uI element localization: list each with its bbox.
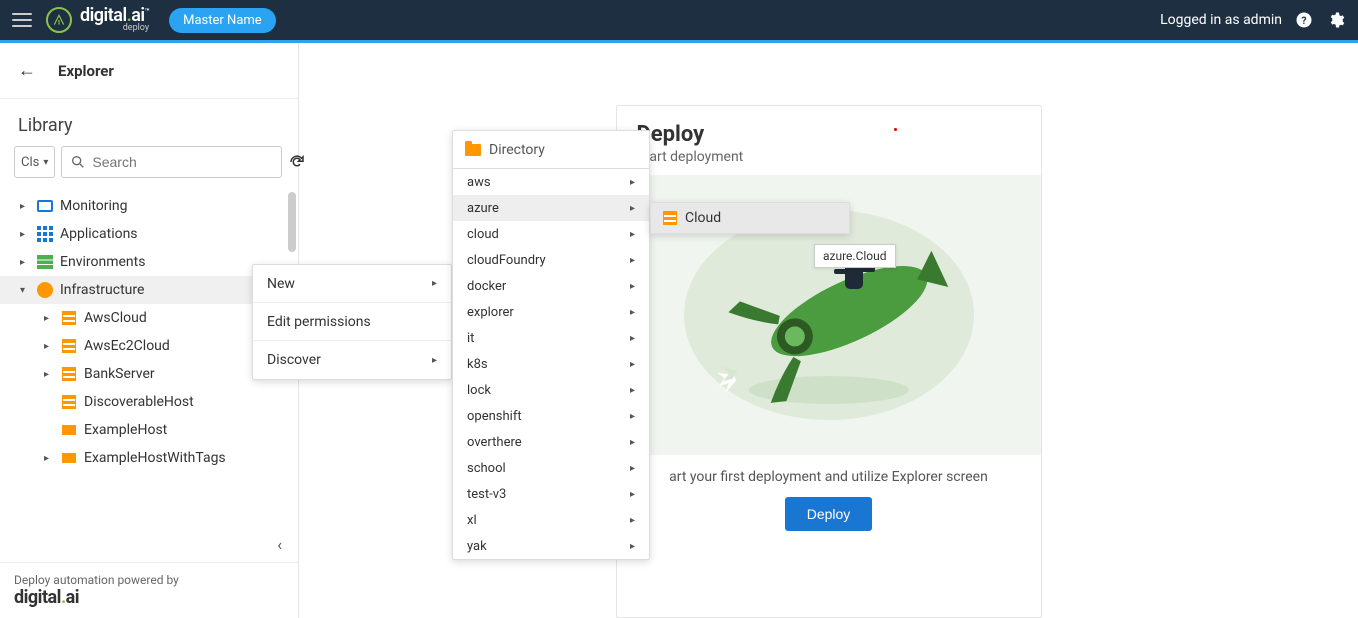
apps-icon xyxy=(37,226,53,242)
master-badge[interactable]: Master Name xyxy=(169,8,276,33)
monitor-icon xyxy=(37,200,53,212)
tree-label: AwsEc2Cloud xyxy=(84,338,170,354)
footer-logo: digital.ai xyxy=(14,587,284,608)
ctx2-header: Directory xyxy=(453,131,649,169)
ctx2-item-testv3[interactable]: test-v3 xyxy=(453,481,649,507)
host-icon xyxy=(62,453,76,463)
library-title: Library xyxy=(0,99,298,146)
context-menu-infrastructure: New Edit permissions Discover xyxy=(252,264,452,380)
context-menu-new-types: Directory aws azure cloud cloudFoundry d… xyxy=(452,130,650,560)
card-subtitle: Start deployment xyxy=(637,149,1021,165)
ctx3-label: Cloud xyxy=(685,210,721,226)
ctx2-item-school[interactable]: school xyxy=(453,455,649,481)
tooltip-azure-cloud: azure.Cloud xyxy=(814,244,896,268)
card-title: Deploy xyxy=(637,122,1021,147)
search-input[interactable] xyxy=(92,154,273,170)
cls-filter-select[interactable]: Cls xyxy=(14,146,55,178)
ctx-item-discover[interactable]: Discover xyxy=(253,341,451,379)
tree-label: Applications xyxy=(60,226,138,242)
deploy-card: Deploy Start deployment xyxy=(616,105,1042,618)
ctx-item-edit-permissions[interactable]: Edit permissions xyxy=(253,303,451,341)
ctx2-item-xl[interactable]: xl xyxy=(453,507,649,533)
card-footer-text: art your first deployment and utilize Ex… xyxy=(631,469,1027,485)
explorer-title: Explorer xyxy=(58,62,114,80)
collapse-sidebar-icon[interactable]: ‹ xyxy=(0,527,298,562)
context-menu-azure-sub: Cloud xyxy=(650,202,850,234)
svg-text:?: ? xyxy=(1301,14,1306,27)
folder-icon xyxy=(465,144,481,156)
logo-icon xyxy=(46,7,72,33)
ctx2-item-cloud[interactable]: cloud xyxy=(453,221,649,247)
ctx2-item-openshift[interactable]: openshift xyxy=(453,403,649,429)
search-icon xyxy=(70,154,86,170)
server-icon xyxy=(62,367,76,381)
top-bar: digital.ai™ deploy Master Name Logged in… xyxy=(0,0,1358,40)
infrastructure-icon xyxy=(37,282,53,298)
tree-item-examplehost[interactable]: ExampleHost xyxy=(0,416,298,444)
ctx2-item-yak[interactable]: yak xyxy=(453,533,649,559)
hamburger-menu-icon[interactable] xyxy=(12,13,32,27)
ctx2-item-docker[interactable]: docker xyxy=(453,273,649,299)
gear-icon[interactable] xyxy=(1326,10,1346,30)
tree-item-discoverablehost[interactable]: DiscoverableHost xyxy=(0,388,298,416)
red-dot-indicator xyxy=(894,128,897,131)
ctx2-item-explorer[interactable]: explorer xyxy=(453,299,649,325)
ctx2-item-overthere[interactable]: overthere xyxy=(453,429,649,455)
tree-label: Environments xyxy=(60,254,145,270)
tree-item-examplehostwithtags[interactable]: ▸ExampleHostWithTags xyxy=(0,444,298,472)
sidebar-footer: Deploy automation powered by digital.ai xyxy=(0,562,298,618)
tree-label: ExampleHostWithTags xyxy=(84,450,226,466)
ctx3-item-cloud[interactable]: Cloud xyxy=(651,203,849,233)
ctx2-header-label: Directory xyxy=(489,142,545,158)
server-icon xyxy=(663,211,677,225)
ctx2-item-azure[interactable]: azure xyxy=(453,195,649,221)
tree-item-applications[interactable]: ▸Applications xyxy=(0,220,298,248)
logged-in-label: Logged in as admin xyxy=(1160,12,1282,28)
back-arrow-icon[interactable]: ← xyxy=(18,60,36,81)
server-icon xyxy=(62,339,76,353)
tree-label: Infrastructure xyxy=(60,282,144,298)
search-box[interactable] xyxy=(61,146,282,178)
ctx2-item-it[interactable]: it xyxy=(453,325,649,351)
logo-text: digital.ai™ deploy xyxy=(80,7,149,33)
deploy-button[interactable]: Deploy xyxy=(785,497,873,531)
scrollbar-thumb[interactable] xyxy=(288,192,296,252)
tree-label: AwsCloud xyxy=(84,310,147,326)
ctx2-item-lock[interactable]: lock xyxy=(453,377,649,403)
ctx2-item-aws[interactable]: aws xyxy=(453,169,649,195)
environments-icon xyxy=(37,255,53,269)
server-icon xyxy=(62,395,76,409)
tree-label: ExampleHost xyxy=(84,422,167,438)
server-icon xyxy=(62,311,76,325)
footer-text: Deploy automation powered by xyxy=(14,573,284,587)
help-icon[interactable]: ? xyxy=(1294,10,1314,30)
tree-label: DiscoverableHost xyxy=(84,394,194,410)
tree-label: Monitoring xyxy=(60,198,128,214)
explorer-header: ← Explorer xyxy=(0,43,298,99)
tree-label: BankServer xyxy=(84,366,155,382)
tree-item-monitoring[interactable]: ▸Monitoring xyxy=(0,192,298,220)
ctx2-item-k8s[interactable]: k8s xyxy=(453,351,649,377)
ctx2-item-cloudfoundry[interactable]: cloudFoundry xyxy=(453,247,649,273)
host-icon xyxy=(62,425,76,435)
ctx-item-new[interactable]: New xyxy=(253,265,451,303)
